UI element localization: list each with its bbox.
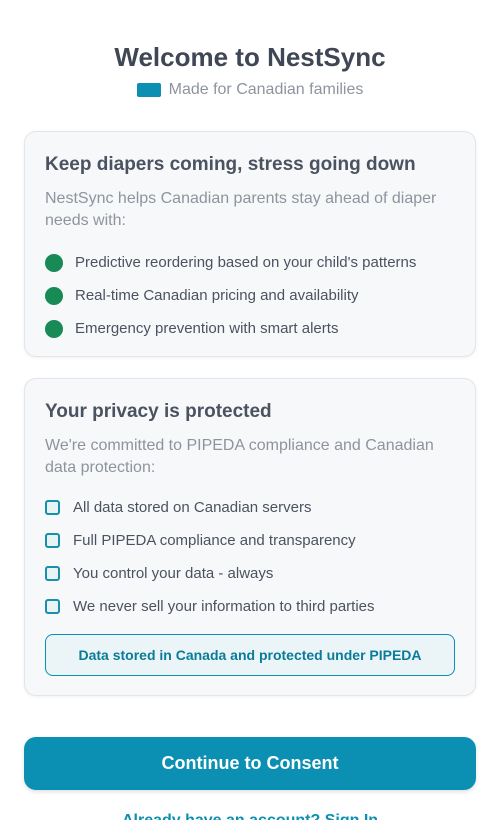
continue-to-consent-button[interactable]: Continue to Consent — [24, 737, 476, 790]
benefit-text: Emergency prevention with smart alerts — [75, 320, 339, 337]
checkbox-icon — [45, 599, 60, 614]
welcome-screen: Welcome to NestSync Made for Canadian fa… — [0, 0, 500, 820]
canada-flag-icon — [136, 83, 161, 97]
privacy-title: Your privacy is protected — [45, 401, 272, 422]
checkbox-icon — [45, 533, 60, 548]
benefit-text: Real-time Canadian pricing and availabil… — [75, 287, 359, 304]
subtitle-row: Made for Canadian families — [0, 81, 500, 99]
green-dot-icon — [45, 319, 63, 338]
privacy-text: All data stored on Canadian servers — [73, 499, 312, 516]
benefits-title: Keep diapers coming, stress going down — [45, 154, 416, 175]
privacy-text: Full PIPEDA compliance and transparency — [73, 532, 356, 549]
privacy-item: We never sell your information to third … — [45, 590, 455, 623]
privacy-item: You control your data - always — [45, 557, 455, 590]
privacy-list: All data stored on Canadian servers Full… — [45, 491, 455, 623]
data-residency-notice: Data stored in Canada and protected unde… — [45, 634, 455, 676]
privacy-text: We never sell your information to third … — [73, 598, 375, 615]
benefit-item: Predictive reordering based on your chil… — [45, 246, 455, 279]
privacy-item: Full PIPEDA compliance and transparency — [45, 524, 455, 557]
privacy-text: You control your data - always — [73, 565, 274, 582]
checkbox-icon — [45, 566, 60, 581]
privacy-description: We're committed to PIPEDA compliance and… — [45, 437, 434, 476]
green-dot-icon — [45, 286, 63, 305]
benefit-item: Real-time Canadian pricing and availabil… — [45, 279, 455, 312]
benefit-text: Predictive reordering based on your chil… — [75, 254, 417, 271]
checkbox-icon — [45, 500, 60, 515]
benefits-list: Predictive reordering based on your chil… — [45, 246, 455, 345]
subtitle-text: Made for Canadian families — [168, 81, 364, 98]
page-title: Welcome to NestSync — [114, 42, 386, 72]
benefit-item: Emergency prevention with smart alerts — [45, 312, 455, 345]
privacy-item: All data stored on Canadian servers — [45, 491, 455, 524]
privacy-card: Your privacy is protected We're committe… — [24, 378, 476, 696]
benefits-description: NestSync helps Canadian parents stay ahe… — [45, 190, 437, 229]
sign-in-link[interactable]: Already have an account? Sign In — [0, 812, 500, 820]
green-dot-icon — [45, 253, 63, 272]
benefits-card: Keep diapers coming, stress going down N… — [24, 131, 476, 357]
